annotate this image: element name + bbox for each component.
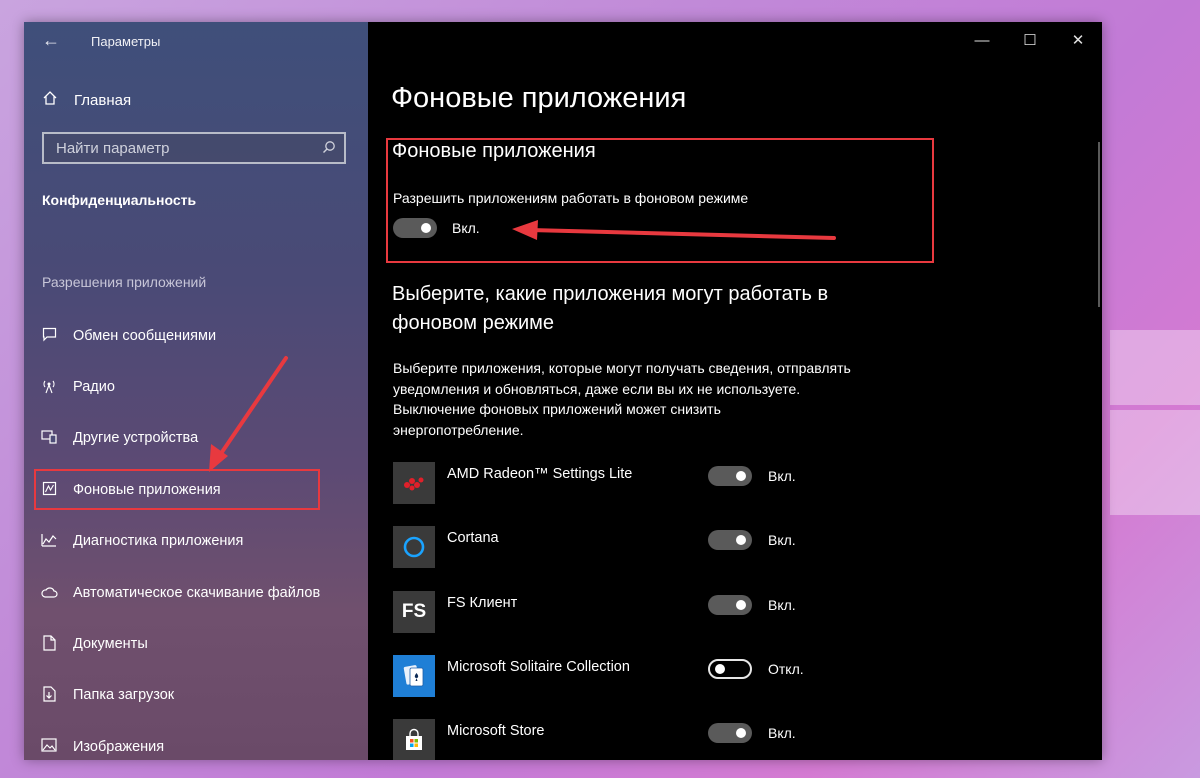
allow-background-toggle-row: Вкл. [393, 218, 480, 238]
app-list: AMD Radeon™ Settings Lite Вкл. Cortana В… [393, 454, 853, 760]
app-row: Microsoft Solitaire Collection Откл. [393, 647, 853, 711]
app-toggle-row: Откл. [708, 658, 804, 679]
sidebar-item-label: Радио [73, 379, 115, 396]
highlight-box-selected-item [34, 469, 320, 510]
app-row: Cortana Вкл. [393, 518, 853, 582]
search-input[interactable] [56, 139, 296, 157]
app-name: AMD Radeon™ Settings Lite [447, 466, 633, 482]
sidebar-item-messaging[interactable]: Обмен сообщениями [24, 310, 368, 361]
sidebar-item-label: Диагностика приложения [73, 533, 244, 550]
sidebar-item-other-devices[interactable]: Другие устройства [24, 413, 368, 464]
app-name: FS Клиент [447, 594, 518, 611]
caption-buttons: — ☐ ✕ [958, 22, 1102, 58]
search-box[interactable] [42, 132, 346, 164]
toggle-state-label: Вкл. [768, 725, 796, 742]
app-name: Microsoft Solitaire Collection [447, 658, 630, 675]
scrollbar[interactable] [1098, 142, 1100, 307]
store-icon [393, 719, 435, 760]
search-icon[interactable] [322, 140, 336, 157]
solitaire-icon [393, 654, 435, 697]
section-subtitle: Фоновые приложения [392, 140, 596, 162]
sidebar-item-label: Обмен сообщениями [73, 327, 217, 344]
downloads-icon [40, 686, 58, 705]
sidebar-item-app-diagnostics[interactable]: Диагностика приложения [24, 516, 368, 567]
nav-list: Обмен сообщениями Радио Другие устройств… [24, 310, 368, 760]
sidebar-item-label: Папка загрузок [73, 687, 175, 704]
sidebar-item-label: Автоматическое скачивание файлов [73, 584, 321, 601]
app-toggle[interactable] [708, 658, 752, 679]
desktop-logo-pane [1110, 330, 1200, 405]
sidebar-item-downloads-folder[interactable]: Папка загрузок [24, 670, 368, 721]
desktop-logo-pane [1110, 410, 1200, 515]
fs-client-icon: FS [393, 590, 435, 633]
cloud-icon [40, 585, 58, 601]
app-row: AMD Radeon™ Settings Lite Вкл. [393, 454, 853, 518]
home-icon [42, 90, 58, 110]
app-name: Cortana [447, 530, 499, 547]
page-title: Фоновые приложения [391, 82, 687, 114]
message-icon [40, 327, 58, 345]
devices-icon [40, 429, 58, 447]
back-arrow-icon[interactable]: ← [42, 30, 60, 51]
home-link[interactable]: Главная [42, 90, 131, 110]
app-toggle[interactable] [708, 466, 752, 486]
maximize-button[interactable]: ☐ [1006, 22, 1054, 58]
diagnostics-icon [40, 533, 58, 550]
amd-radeon-icon [393, 462, 435, 504]
section-title: Конфиденциальность [42, 192, 197, 208]
app-toggle-row: Вкл. [708, 723, 796, 744]
app-toggle[interactable] [708, 594, 752, 615]
sidebar-item-label: Изображения [73, 738, 165, 755]
minimize-button[interactable]: — [958, 22, 1006, 58]
toggle-state-label: Вкл. [768, 532, 796, 549]
fs-client-icon-text: FS [401, 600, 427, 622]
toggle-state-label: Вкл. [768, 596, 796, 613]
choose-apps-heading: Выберите, какие приложения могут работат… [392, 283, 829, 334]
sidebar-item-auto-downloads[interactable]: Автоматическое скачивание файлов [24, 567, 368, 618]
toggle-state-label: Откл. [768, 660, 804, 677]
image-icon [40, 738, 58, 755]
app-row: FS FS Клиент Вкл. [393, 583, 853, 647]
sidebar-item-label: Другие устройства [73, 430, 199, 447]
sidebar-item-images[interactable]: Изображения [24, 721, 368, 760]
app-toggle-row: Вкл. [708, 594, 796, 615]
app-toggle-row: Вкл. [708, 466, 796, 486]
allow-background-toggle[interactable] [393, 218, 437, 238]
group-title: Разрешения приложений [42, 274, 207, 290]
app-toggle[interactable] [708, 530, 752, 551]
toggle-state-label: Вкл. [452, 220, 480, 236]
app-toggle-row: Вкл. [708, 530, 796, 551]
choose-apps-description: Выберите приложения, которые могут получ… [393, 360, 851, 438]
sidebar-item-radio[interactable]: Радио [24, 361, 368, 412]
sidebar: ← Параметры Главная Конфиденциальность Р… [24, 22, 368, 760]
allow-background-label: Разрешить приложениям работать в фоновом… [393, 190, 749, 206]
window-title: Параметры [91, 34, 161, 49]
main-content: — ☐ ✕ Фоновые приложения Фоновые приложе… [368, 22, 1102, 760]
sidebar-item-label: Документы [73, 636, 148, 653]
sidebar-item-documents[interactable]: Документы [24, 618, 368, 669]
radio-icon [40, 378, 58, 397]
settings-window: ← Параметры Главная Конфиденциальность Р… [24, 22, 1102, 760]
app-row: Microsoft Store Вкл. [393, 711, 853, 760]
cortana-icon [393, 526, 435, 569]
app-name: Microsoft Store [447, 723, 545, 740]
close-button[interactable]: ✕ [1054, 22, 1102, 58]
toggle-state-label: Вкл. [768, 468, 796, 484]
home-label: Главная [74, 91, 132, 109]
document-icon [40, 634, 58, 654]
app-toggle[interactable] [708, 723, 752, 744]
